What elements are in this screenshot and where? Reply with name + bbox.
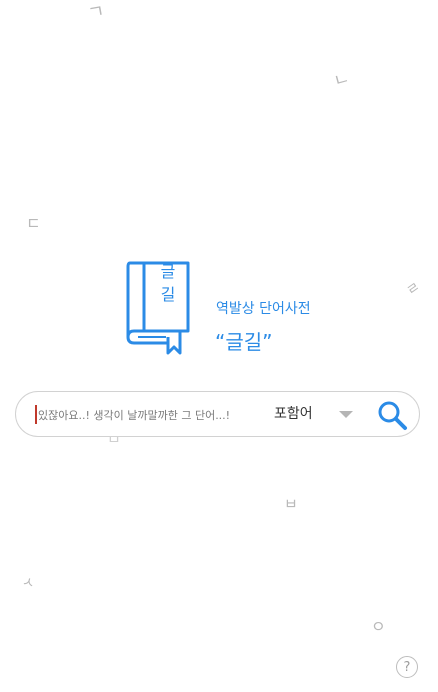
text-caret <box>35 405 37 424</box>
app-brand-name: “글길” <box>215 330 273 354</box>
book-title-line2: 길 <box>161 285 176 304</box>
background-jamo: ㄱ <box>86 0 107 25</box>
search-icon[interactable] <box>376 399 408 431</box>
book-logo-icon: 글 길 <box>126 261 190 355</box>
chevron-down-icon[interactable] <box>339 411 353 418</box>
background-jamo: ㄷ <box>26 214 41 233</box>
background-jamo: ㅇ <box>371 617 386 636</box>
search-input[interactable] <box>38 402 268 428</box>
help-button[interactable]: ? <box>396 656 418 678</box>
background-jamo: ㄹ <box>403 278 424 300</box>
background-jamo: ㅅ <box>20 573 37 593</box>
search-mode-select[interactable]: 포함어 <box>274 403 313 423</box>
background-jamo: ㅂ <box>284 495 298 513</box>
book-title-line1: 글 <box>161 262 176 281</box>
background-jamo: ㄴ <box>331 68 352 92</box>
search-bar: 포함어 <box>15 391 420 437</box>
app-tagline: 역발상 단어사전 <box>216 301 311 317</box>
